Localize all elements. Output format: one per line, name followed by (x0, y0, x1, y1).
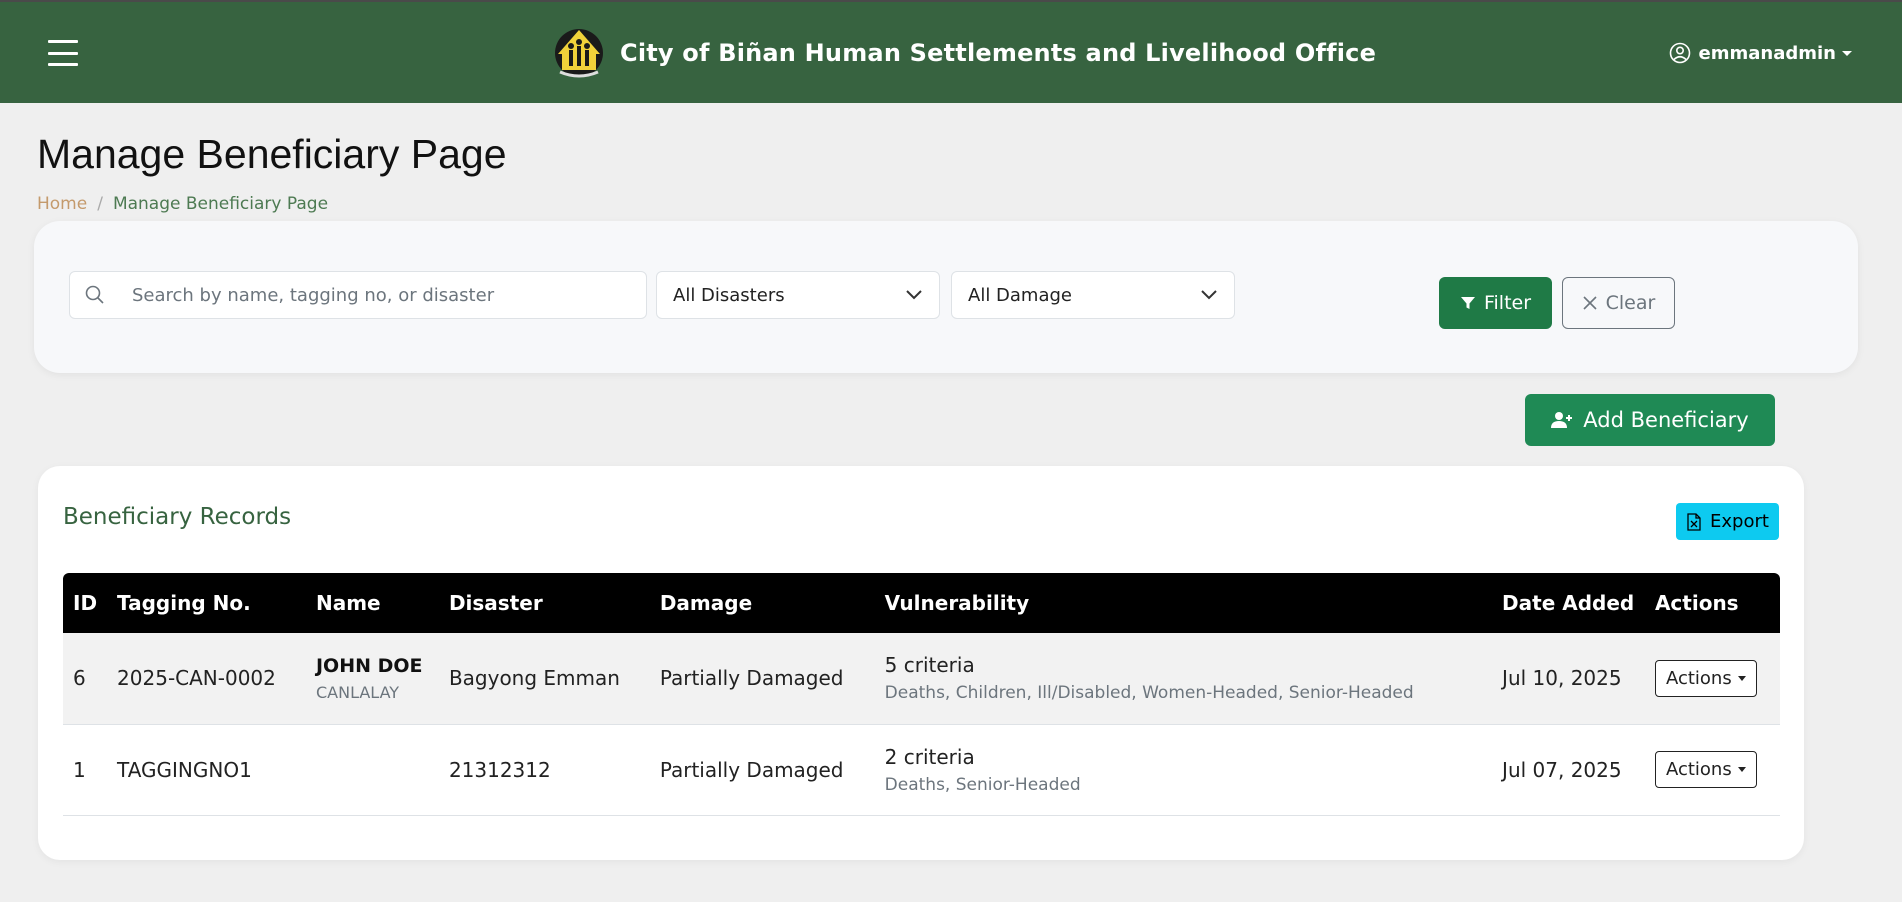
column-header-date-added: Date Added (1502, 591, 1635, 615)
filter-button[interactable]: Filter (1439, 277, 1552, 329)
vulnerability-list: Deaths, Senior-Headed (884, 774, 1081, 795)
actions-label: Actions (1665, 759, 1732, 780)
cell-disaster: 21312312 (448, 757, 551, 782)
user-circle-icon (1669, 42, 1690, 64)
clear-button[interactable]: Clear (1562, 277, 1675, 329)
breadcrumb: Home / Manage Beneficiary Page (37, 194, 328, 214)
cell-name (306, 724, 439, 815)
filter-panel: All Disasters All Damage Filter Clear (34, 221, 1858, 373)
disaster-select-value: All Disasters (673, 284, 785, 306)
column-header-tagging-no: Tagging No. (117, 591, 251, 615)
username: emmanadmin (1698, 42, 1836, 64)
chevron-down-icon (906, 290, 922, 300)
beneficiary-name: JOHN DOE (315, 654, 423, 677)
close-icon (1583, 296, 1597, 310)
cell-damage: Partially Damaged (659, 666, 844, 691)
vulnerability-list: Deaths, Children, Ill/Disabled, Women-He… (884, 683, 1414, 704)
caret-down-icon (1842, 50, 1852, 56)
funnel-icon (1460, 297, 1475, 309)
records-title: Beneficiary Records (63, 504, 292, 530)
column-header-damage: Damage (659, 591, 753, 615)
caret-down-icon (1737, 675, 1746, 681)
vulnerability-count: 2 criteria (884, 744, 975, 769)
cell-id: 1 (73, 757, 86, 782)
disaster-select[interactable]: All Disasters (656, 271, 940, 319)
cell-disaster: Bagyong Emman (448, 666, 620, 691)
export-button[interactable]: Export (1676, 503, 1779, 540)
cell-date-added: Jul 10, 2025 (1502, 666, 1622, 691)
cell-actions: Actions (1645, 633, 1780, 724)
brand: City of Biñan Human Settlements and Live… (552, 24, 1376, 82)
beneficiary-table: ID Tagging No. Name Disaster Damage Vuln… (63, 573, 1780, 816)
column-header-vulnerability: Vulnerability (884, 591, 1030, 615)
add-beneficiary-label: Add Beneficiary (1583, 408, 1749, 432)
damage-select-value: All Damage (968, 284, 1072, 306)
cell-actions: Actions (1645, 724, 1780, 815)
column-header-name: Name (315, 591, 381, 615)
add-beneficiary-button[interactable]: Add Beneficiary (1525, 394, 1775, 446)
vulnerability-count: 5 criteria (884, 653, 975, 678)
cell-tagging-no: 2025-CAN-0002 (117, 666, 276, 691)
cell-name: JOHN DOE CANLALAY (306, 633, 439, 724)
export-label: Export (1710, 511, 1769, 532)
damage-select[interactable]: All Damage (951, 271, 1235, 319)
column-header-disaster: Disaster (448, 591, 543, 615)
column-header-id: ID (73, 591, 98, 615)
table-row: 1 TAGGINGNO1 21312312 Partially Damaged … (63, 724, 1780, 815)
cell-tagging-no: TAGGINGNO1 (117, 757, 252, 782)
user-plus-icon (1551, 412, 1573, 428)
clear-button-label: Clear (1605, 292, 1656, 314)
city-seal-logo (555, 29, 603, 78)
breadcrumb-home-link[interactable]: Home (37, 194, 87, 214)
cell-id: 6 (73, 666, 86, 691)
beneficiary-barangay: CANLALAY (315, 682, 400, 702)
filter-button-label: Filter (1483, 292, 1532, 314)
actions-label: Actions (1665, 667, 1732, 689)
table-row: 6 2025-CAN-0002 JOHN DOE CANLALAY Bagyon… (63, 633, 1780, 724)
search-icon (85, 285, 104, 304)
breadcrumb-separator: / (97, 194, 103, 214)
actions-dropdown-button[interactable]: Actions (1654, 659, 1757, 697)
app-title: City of Biñan Human Settlements and Live… (620, 39, 1377, 67)
column-header-actions: Actions (1654, 591, 1739, 615)
top-navbar: City of Biñan Human Settlements and Live… (0, 0, 1902, 103)
cell-date-added: Jul 07, 2025 (1502, 757, 1622, 782)
breadcrumb-current: Manage Beneficiary Page (112, 194, 329, 214)
user-dropdown[interactable]: emmanadmin (1669, 42, 1852, 64)
cell-damage: Partially Damaged (659, 757, 844, 782)
search-box[interactable] (69, 271, 647, 319)
records-card: Beneficiary Records Export ID Tagging No… (38, 466, 1804, 860)
actions-dropdown-button[interactable]: Actions (1654, 751, 1757, 788)
excel-file-icon (1687, 512, 1701, 531)
cell-vulnerability: 2 criteria Deaths, Senior-Headed (875, 724, 1492, 815)
page-title: Manage Beneficiary Page (37, 131, 507, 177)
search-input[interactable] (132, 284, 612, 306)
hamburger-menu-icon[interactable] (48, 40, 78, 66)
table-header-row: ID Tagging No. Name Disaster Damage Vuln… (63, 573, 1780, 633)
cell-vulnerability: 5 criteria Deaths, Children, Ill/Disable… (875, 633, 1492, 724)
chevron-down-icon (1201, 290, 1217, 300)
caret-down-icon (1737, 767, 1746, 772)
